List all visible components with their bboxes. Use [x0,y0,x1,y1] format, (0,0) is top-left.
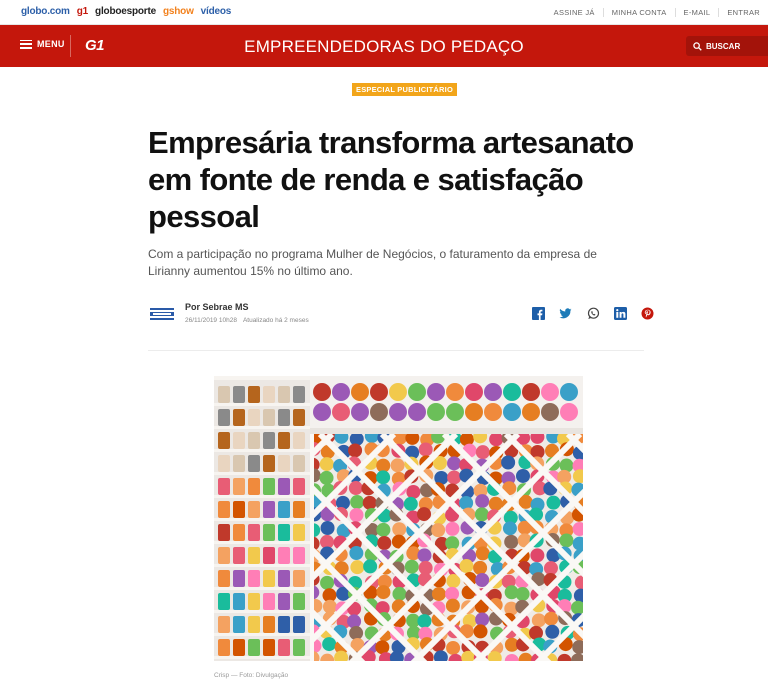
subscribe-link[interactable]: ASSINE JÁ [546,8,603,17]
search-label: BUSCAR [706,41,741,51]
login-link[interactable]: ENTRAR [718,8,768,17]
sebrae-logo [148,305,176,323]
my-account-link[interactable]: MINHA CONTA [602,8,675,17]
facebook-icon [532,307,545,320]
section-title[interactable]: EMPREENDEDORAS DO PEDAÇO [0,37,768,57]
brand-gshow-link[interactable]: gshow [163,6,194,17]
sponsored-badge: ESPECIAL PUBLICITÁRIO [352,83,457,96]
brand-videos-link[interactable]: vídeos [201,6,232,17]
article-divider [148,350,644,351]
article-subtitle: Com a participação no programa Mulher de… [148,247,597,278]
globo-top-bar: globo.com g1 globoesporte gshow vídeos A… [0,0,768,25]
author-name[interactable]: Por Sebrae MS [185,302,249,312]
facebook-share-button[interactable] [532,307,545,320]
search-button[interactable]: BUSCAR [686,36,768,56]
linkedin-icon [614,307,627,320]
article-photo-yarn-store [214,376,583,661]
pinterest-share-button[interactable] [641,307,654,320]
whatsapp-icon [587,307,600,319]
twitter-share-button[interactable] [559,307,572,320]
brand-g1-link[interactable]: g1 [77,6,88,17]
yarn-shelves-illustration [214,376,583,661]
twitter-icon [559,308,572,319]
email-link[interactable]: E-MAIL [674,8,719,17]
pinterest-icon [641,307,654,320]
globo-brands: globo.com g1 globoesporte gshow vídeos [21,6,231,17]
article-meta: 26/11/2019 10h28 Atualizado há 2 meses [185,317,309,324]
photo-caption: Crisp — Foto: Divulgação [214,672,289,679]
updated-time: Atualizado há 2 meses [242,317,309,324]
whatsapp-share-button[interactable] [587,307,600,320]
brand-globo-link[interactable]: globo.com [21,6,70,17]
brand-globoesporte-link[interactable]: globoesporte [95,6,156,17]
article-title: Empresária transforma artesanato em font… [148,125,634,234]
site-header: MENU G1 EMPREENDEDORAS DO PEDAÇO BUSCAR [0,25,768,67]
publish-date: 26/11/2019 10h28 [185,317,237,324]
linkedin-share-button[interactable] [614,307,627,320]
account-links: ASSINE JÁ MINHA CONTA E-MAIL ENTRAR [546,8,768,17]
search-icon [693,41,702,51]
